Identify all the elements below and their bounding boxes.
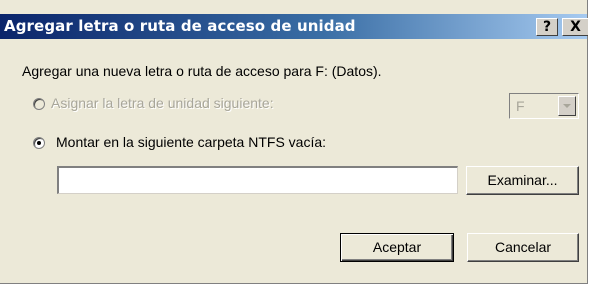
ok-button[interactable]: Aceptar [340, 233, 454, 262]
cancel-button[interactable]: Cancelar [467, 233, 579, 262]
mount-folder-label: Montar en la siguiente carpeta NTFS vací… [56, 134, 327, 150]
chevron-down-icon[interactable] [558, 96, 576, 116]
mount-folder-radio[interactable] [33, 137, 45, 149]
assign-letter-label: Asignar la letra de unidad siguiente: [51, 95, 274, 111]
drive-letter-value: F [516, 98, 525, 114]
assign-letter-radio[interactable] [33, 98, 45, 110]
title-bar[interactable]: Agregar letra o ruta de acceso de unidad… [0, 14, 588, 39]
dialog-title: Agregar letra o ruta de acceso de unidad [4, 17, 356, 35]
folder-path-input[interactable] [57, 166, 458, 194]
browse-button[interactable]: Examinar... [466, 166, 579, 195]
dialog-description: Agregar una nueva letra o ruta de acceso… [22, 63, 382, 79]
close-button[interactable]: X [562, 18, 588, 36]
radio-selected-dot [37, 141, 41, 145]
add-drive-letter-dialog: Agregar letra o ruta de acceso de unidad… [0, 0, 588, 284]
drive-letter-select[interactable]: F [509, 93, 579, 119]
help-button[interactable]: ? [536, 18, 558, 36]
